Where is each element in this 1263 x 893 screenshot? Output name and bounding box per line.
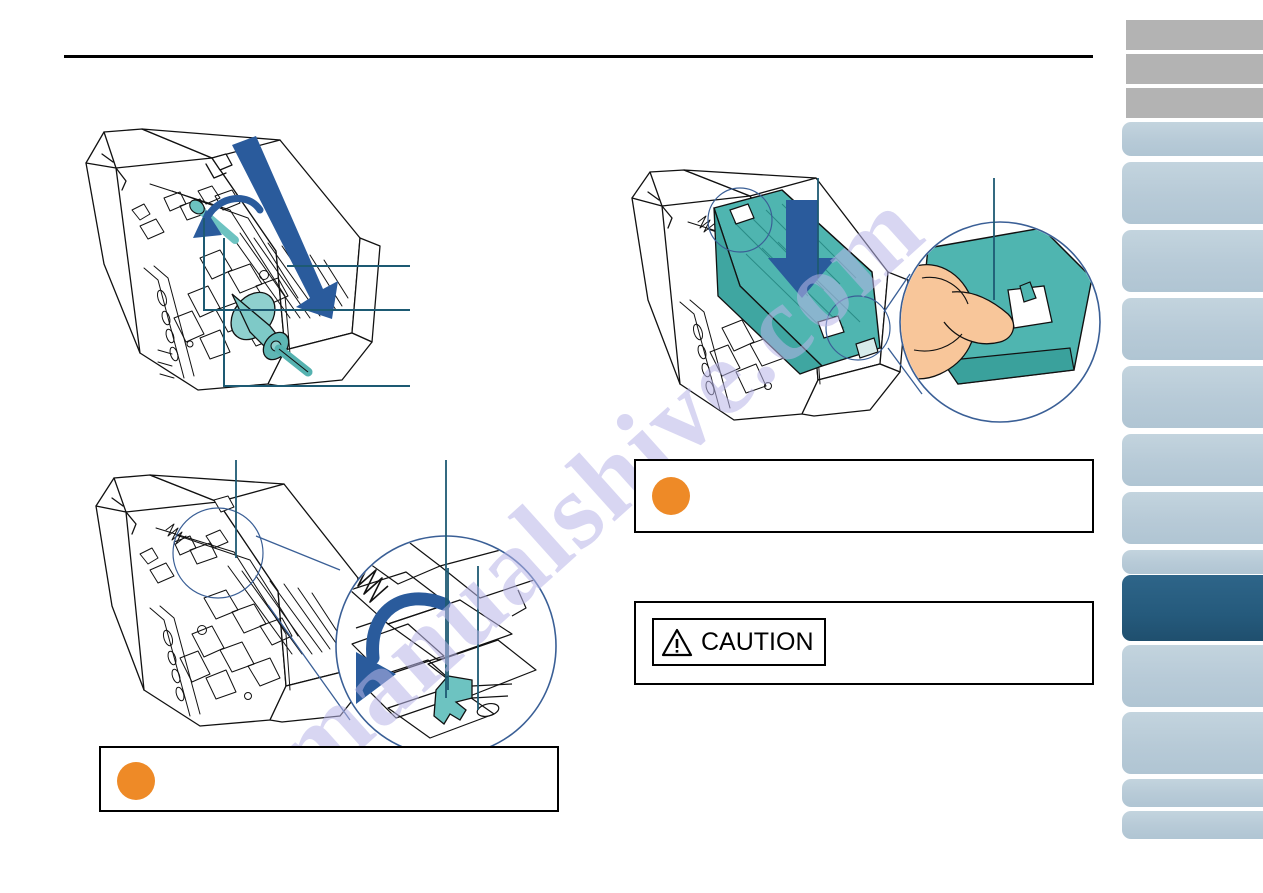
- tab-6[interactable]: [1122, 230, 1263, 292]
- chapter-tab-strip: [1113, 0, 1263, 893]
- warning-triangle-icon: [661, 628, 693, 656]
- attention-marker-icon: [652, 477, 690, 515]
- attention-marker-icon-left: [117, 762, 155, 800]
- tab-13[interactable]: [1122, 645, 1263, 707]
- tab-11[interactable]: [1122, 550, 1263, 574]
- tab-gray-1[interactable]: [1126, 20, 1263, 50]
- tab-14[interactable]: [1122, 712, 1263, 774]
- caution-label: CAUTION: [701, 627, 814, 656]
- tab-15[interactable]: [1122, 779, 1263, 807]
- figure-pad-unit-install: [622, 162, 1112, 454]
- tab-4[interactable]: [1122, 122, 1263, 156]
- tab-10[interactable]: [1122, 492, 1263, 544]
- tab-9[interactable]: [1122, 434, 1263, 486]
- tab-16[interactable]: [1122, 811, 1263, 839]
- figure-pick-roller-install: [80, 118, 410, 418]
- tab-gray-3[interactable]: [1126, 88, 1263, 118]
- tab-5[interactable]: [1122, 162, 1263, 224]
- header-divider-rule: [64, 55, 1093, 58]
- manual-page: manualshive.com CAUTION: [0, 0, 1263, 893]
- tab-active[interactable]: [1122, 575, 1263, 641]
- tab-8[interactable]: [1122, 366, 1263, 428]
- figure-roller-lock-detail: [88, 458, 568, 748]
- note-caution: CAUTION: [634, 601, 1094, 685]
- caution-badge: CAUTION: [652, 618, 826, 666]
- note-attention-left: [99, 746, 559, 812]
- note-attention-right: [634, 459, 1094, 533]
- tab-7[interactable]: [1122, 298, 1263, 360]
- tab-gray-2[interactable]: [1126, 54, 1263, 84]
